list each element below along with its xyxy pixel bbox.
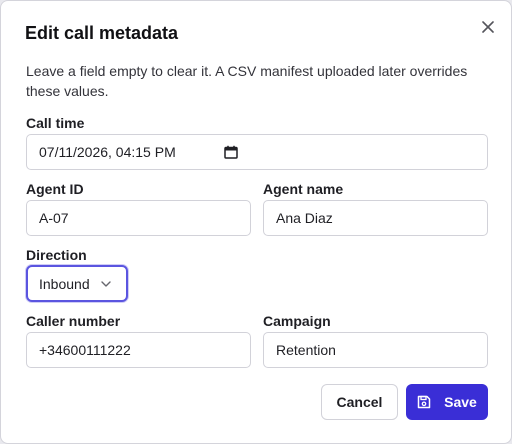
close-icon (482, 21, 494, 33)
campaign-label: Campaign (263, 313, 331, 329)
save-button-label: Save (444, 394, 477, 410)
cancel-button[interactable]: Cancel (321, 384, 398, 420)
save-icon (417, 395, 431, 409)
call-time-label: Call time (26, 115, 85, 131)
direction-label: Direction (26, 247, 87, 263)
edit-call-metadata-dialog: Edit call metadata Leave a field empty t… (0, 0, 512, 444)
save-button[interactable]: Save (406, 384, 488, 420)
dialog-title: Edit call metadata (25, 23, 179, 43)
direction-value: Inbound (39, 275, 90, 292)
dialog-description: Leave a field empty to clear it. A CSV m… (26, 63, 468, 99)
caller-number-input[interactable]: +34600111222 (26, 332, 251, 368)
campaign-input[interactable]: Retention (263, 332, 488, 368)
caller-number-label: Caller number (26, 313, 121, 329)
campaign-value: Retention (276, 342, 336, 358)
agent-id-label: Agent ID (26, 181, 84, 197)
chevron-down-icon (100, 280, 111, 287)
agent-id-input[interactable]: A-07 (26, 200, 251, 236)
agent-name-input[interactable]: Ana Diaz (263, 200, 488, 236)
calendar-icon[interactable] (224, 144, 240, 160)
caller-number-value: +34600111222 (39, 342, 131, 358)
agent-id-value: A-07 (39, 210, 69, 226)
direction-select[interactable]: Inbound (26, 265, 128, 302)
close-button[interactable] (478, 17, 498, 37)
agent-name-label: Agent name (263, 181, 344, 197)
call-time-value: 07/11/2026, 04:15 PM (39, 144, 176, 160)
agent-name-value: Ana Diaz (276, 210, 333, 226)
call-time-input[interactable]: 07/11/2026, 04:15 PM (26, 134, 488, 170)
